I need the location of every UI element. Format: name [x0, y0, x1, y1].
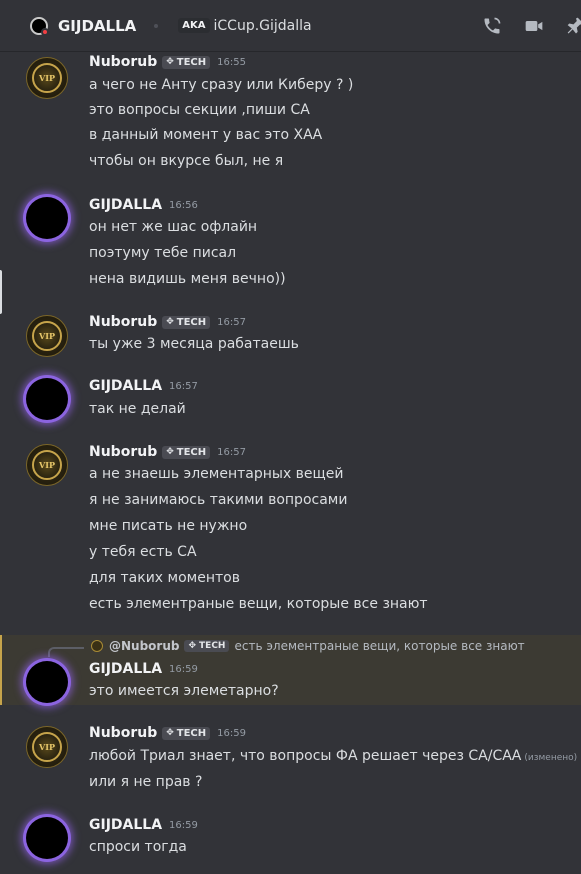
message-line: ты уже 3 месяца рабатаешь — [89, 336, 299, 352]
video-call-icon[interactable] — [523, 15, 545, 37]
aka-badge: AKA — [178, 18, 210, 33]
reply-author[interactable]: @Nuborub — [109, 639, 179, 653]
server-tag-label: TECH — [176, 446, 207, 458]
message-line: мне писать не нужно — [89, 518, 248, 534]
message-header: Nuborub ✥ TECH 16:55 — [89, 54, 246, 70]
avatar[interactable]: VIP — [26, 444, 68, 486]
message-header: GIJDALLA 16:57 — [89, 378, 198, 394]
message-line: он нет же шас офлайн — [89, 219, 258, 235]
message-header: GIJDALLA 16:59 — [89, 661, 198, 677]
message-line: у тебя есть СА — [89, 544, 197, 560]
message-line: так не делай — [89, 401, 186, 417]
server-tag-label: TECH — [199, 641, 226, 651]
message-header: Nuborub ✥ TECH 16:57 — [89, 444, 246, 460]
dm-header: GIJDALLA AKA iCCup.Gijdalla — [0, 0, 581, 52]
message-author[interactable]: GIJDALLA — [89, 661, 162, 677]
message-timestamp[interactable]: 16:59 — [217, 728, 246, 739]
message-line: а не знаешь элементарных вещей — [89, 466, 344, 482]
message-header: GIJDALLA 16:56 — [89, 197, 198, 213]
server-tag[interactable]: ✥ TECH — [162, 315, 211, 329]
message-line: для таких моментов — [89, 570, 240, 586]
aka-name: iCCup.Gijdalla — [213, 17, 312, 34]
diamond-tag-icon: ✥ — [166, 447, 174, 457]
message-line: любой Триал знает, что вопросы ФА решает… — [89, 748, 577, 764]
message-author[interactable]: Nuborub — [89, 725, 157, 741]
pin-icon[interactable] — [565, 15, 581, 37]
avatar[interactable] — [26, 661, 68, 703]
separator-dot — [154, 23, 159, 28]
reply-preview[interactable]: @Nuborub ✥ TECH есть элементраные вещи, к… — [91, 639, 525, 653]
message-line: или я не прав ? — [89, 774, 203, 790]
message-author[interactable]: GIJDALLA — [89, 197, 162, 213]
message-header: Nuborub ✥ TECH 16:57 — [89, 314, 246, 330]
avatar[interactable]: VIP — [26, 315, 68, 357]
avatar[interactable] — [26, 197, 68, 239]
status-dnd-indicator — [41, 27, 49, 36]
avatar[interactable]: VIP — [26, 726, 68, 768]
diamond-tag-icon: ✥ — [166, 317, 174, 327]
message-line: это вопросы секции ,пиши СА — [89, 102, 310, 118]
message-text: любой Триал знает, что вопросы ФА решает… — [89, 748, 522, 764]
message-line: это имеется элеметарно? — [89, 683, 279, 699]
message-author[interactable]: Nuborub — [89, 54, 157, 70]
diamond-tag-icon: ✥ — [166, 57, 174, 67]
header-toolbar — [461, 0, 581, 52]
message-author[interactable]: Nuborub — [89, 314, 157, 330]
reply-connector — [48, 647, 84, 657]
avatar[interactable] — [26, 817, 68, 859]
message-line: нена видишь меня вечно)) — [89, 271, 286, 287]
server-tag: ✥ TECH — [184, 640, 230, 652]
message-timestamp[interactable]: 16:59 — [169, 820, 198, 831]
avatar[interactable] — [30, 16, 49, 36]
server-tag[interactable]: ✥ TECH — [162, 445, 211, 459]
message-line: спроси тогда — [89, 839, 187, 855]
dm-username[interactable]: GIJDALLA — [58, 17, 136, 35]
message-line: есть элементраные вещи, которые все знаю… — [89, 596, 428, 612]
message-author[interactable]: GIJDALLA — [89, 817, 162, 833]
server-tag[interactable]: ✥ TECH — [162, 726, 211, 740]
message-timestamp[interactable]: 16:57 — [217, 317, 246, 328]
diamond-tag-icon: ✥ — [188, 641, 197, 651]
message-author[interactable]: GIJDALLA — [89, 378, 162, 394]
server-tag-label: TECH — [176, 727, 207, 739]
message-header: Nuborub ✥ TECH 16:59 — [89, 725, 246, 741]
message-line: поэтуму тебе писал — [89, 245, 237, 261]
message-author[interactable]: Nuborub — [89, 444, 157, 460]
server-tag[interactable]: ✥ TECH — [162, 55, 211, 69]
reply-avatar — [91, 640, 103, 652]
server-tag-label: TECH — [176, 56, 207, 68]
message-timestamp[interactable]: 16:57 — [169, 381, 198, 392]
message-line: чтобы он вкурсе был, не я — [89, 153, 284, 169]
edited-label: (изменено) — [524, 753, 578, 763]
message-line: я не занимаюсь такими вопросами — [89, 492, 348, 508]
message-line: в данный момент у вас это ХАА — [89, 127, 323, 143]
unread-indicator — [0, 270, 2, 314]
message-header: GIJDALLA 16:59 — [89, 817, 198, 833]
phone-call-icon[interactable] — [481, 15, 503, 37]
reply-text: есть элементраные вещи, которые все знаю… — [234, 639, 525, 653]
message-timestamp[interactable]: 16:56 — [169, 200, 198, 211]
message-timestamp[interactable]: 16:55 — [217, 57, 246, 68]
diamond-tag-icon: ✥ — [166, 728, 174, 738]
server-tag-label: TECH — [176, 316, 207, 328]
message-timestamp[interactable]: 16:59 — [169, 664, 198, 675]
message-line: а чего не Анту сразу или Киберу ? ) — [89, 77, 354, 93]
avatar[interactable] — [26, 378, 68, 420]
avatar[interactable]: VIP — [26, 57, 68, 99]
message-timestamp[interactable]: 16:57 — [217, 447, 246, 458]
